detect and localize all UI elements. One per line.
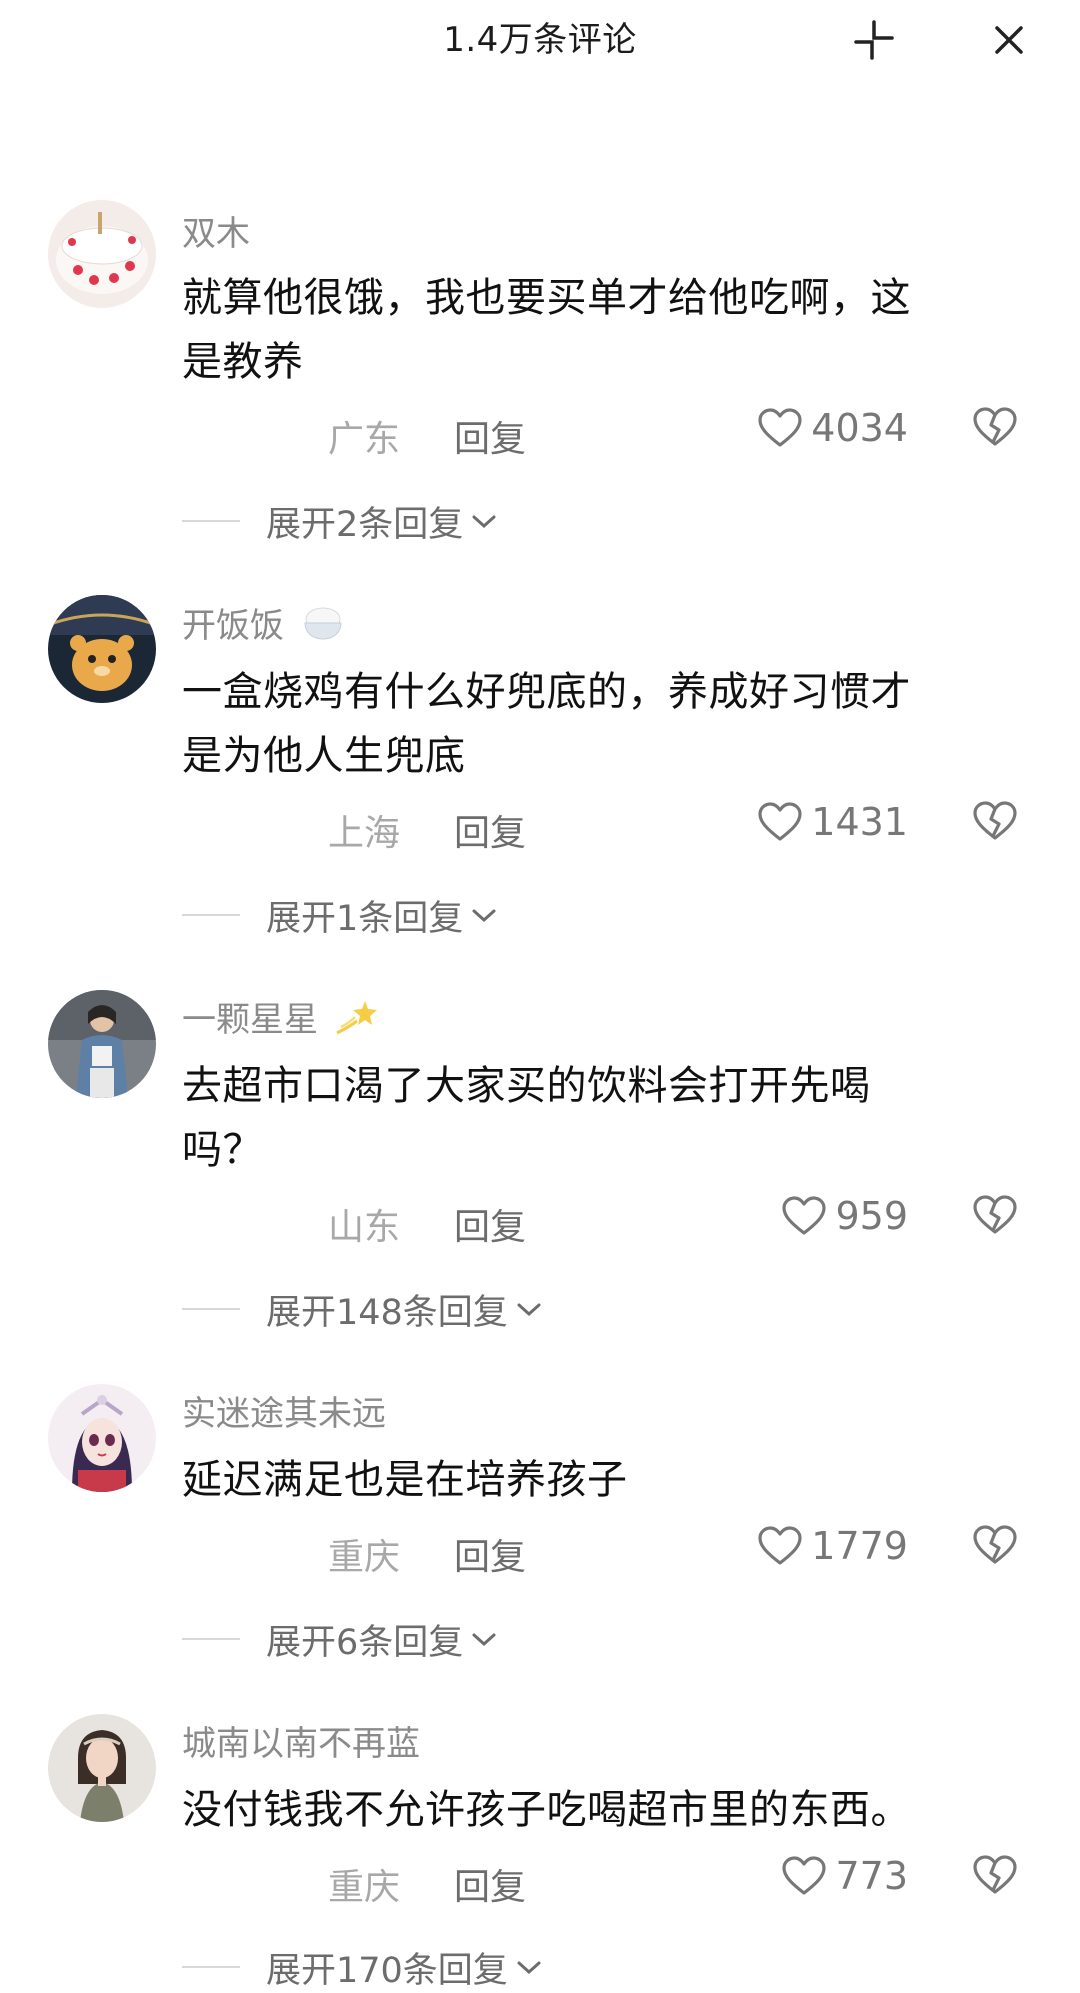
heart-icon bbox=[782, 1196, 827, 1235]
like-button[interactable]: 4034 bbox=[757, 406, 908, 450]
divider bbox=[182, 1966, 240, 1968]
heart-icon bbox=[782, 1856, 827, 1895]
like-count: 1431 bbox=[811, 800, 908, 844]
comment-meta: 上海 回复 1431 bbox=[0, 798, 1080, 858]
expand-replies[interactable]: 展开148条回复 bbox=[0, 1282, 1080, 1333]
chevron-down-icon bbox=[517, 1303, 541, 1316]
comment-text: 没付钱我不允许孩子吃喝超市里的东西。 bbox=[182, 1787, 911, 1833]
like-count: 4034 bbox=[811, 406, 908, 450]
location-label: 重庆 bbox=[328, 1537, 401, 1578]
username[interactable]: 城南以南不再蓝 bbox=[182, 1716, 420, 1765]
reply-button[interactable]: 回复 bbox=[454, 804, 526, 856]
like-count: 959 bbox=[835, 1194, 908, 1238]
chevron-down-icon bbox=[517, 1961, 541, 1974]
comment-meta: 重庆 回复 773 bbox=[0, 1852, 1080, 1912]
reply-button[interactable]: 回复 bbox=[454, 1528, 526, 1580]
comment-text: 一盒烧鸡有什么好兜底的，养成好习惯才 是为他人生兜底 bbox=[182, 669, 911, 779]
like-button[interactable]: 773 bbox=[781, 1854, 908, 1898]
like-button[interactable]: 1779 bbox=[757, 1524, 908, 1568]
avatar[interactable] bbox=[48, 1714, 156, 1822]
avatar[interactable] bbox=[48, 990, 156, 1098]
broken-heart-icon[interactable] bbox=[972, 1194, 1018, 1240]
comment-count-title: 1.4万条评论 bbox=[443, 20, 637, 60]
comment-text: 延迟满足也是在培养孩子 bbox=[182, 1457, 628, 1503]
divider bbox=[182, 520, 240, 522]
username[interactable]: 开饭饭 bbox=[182, 598, 345, 652]
reply-button[interactable]: 回复 bbox=[454, 410, 526, 462]
broken-heart-icon[interactable] bbox=[972, 1854, 1018, 1900]
comment-meta: 山东 回复 959 bbox=[0, 1192, 1080, 1252]
rice-bowl-emoji-icon bbox=[301, 603, 345, 652]
reply-button[interactable]: 回复 bbox=[454, 1198, 526, 1250]
location-label: 上海 bbox=[328, 813, 401, 854]
heart-icon bbox=[758, 408, 802, 447]
expand-replies[interactable]: 展开1条回复 bbox=[0, 888, 1080, 939]
chevron-down-icon bbox=[472, 909, 496, 922]
expand-replies[interactable]: 展开2条回复 bbox=[0, 494, 1080, 545]
username[interactable]: 实迷途其未远 bbox=[182, 1386, 386, 1435]
avatar[interactable] bbox=[48, 595, 156, 703]
avatar[interactable] bbox=[48, 200, 156, 308]
expand-replies[interactable]: 展开6条回复 bbox=[0, 1612, 1080, 1663]
comment-text: 去超市口渴了大家买的饮料会打开先喝 吗？ bbox=[182, 1063, 871, 1173]
comment-meta: 广东 回复 4034 bbox=[0, 404, 1080, 464]
reply-button[interactable]: 回复 bbox=[454, 1858, 526, 1910]
avatar[interactable] bbox=[48, 1384, 156, 1492]
heart-icon bbox=[758, 1526, 802, 1565]
broken-heart-icon[interactable] bbox=[972, 1524, 1018, 1570]
expand-replies[interactable]: 展开170条回复 bbox=[0, 1940, 1080, 1991]
comment-text: 就算他很饿，我也要买单才给他吃啊，这 是教养 bbox=[182, 275, 911, 385]
location-label: 重庆 bbox=[328, 1867, 401, 1908]
like-count: 773 bbox=[835, 1854, 908, 1898]
username[interactable]: 一颗星星 bbox=[182, 992, 381, 1046]
comment-meta: 重庆 回复 1779 bbox=[0, 1522, 1080, 1582]
username[interactable]: 双木 bbox=[182, 206, 250, 255]
like-button[interactable]: 1431 bbox=[757, 800, 908, 844]
like-button[interactable]: 959 bbox=[781, 1194, 908, 1238]
divider bbox=[182, 1308, 240, 1310]
comments-header: 1.4万条评论 bbox=[0, 0, 1080, 80]
broken-heart-icon[interactable] bbox=[972, 800, 1018, 846]
like-count: 1779 bbox=[811, 1524, 908, 1568]
heart-icon bbox=[758, 802, 802, 841]
divider bbox=[182, 1638, 240, 1640]
broken-heart-icon[interactable] bbox=[972, 406, 1018, 452]
dizzy-star-emoji-icon bbox=[335, 997, 381, 1046]
close-icon[interactable] bbox=[987, 18, 1031, 62]
location-label: 山东 bbox=[328, 1207, 401, 1248]
collapse-icon[interactable] bbox=[852, 18, 896, 62]
divider bbox=[182, 914, 240, 916]
chevron-down-icon bbox=[472, 1633, 496, 1646]
chevron-down-icon bbox=[472, 515, 496, 528]
location-label: 广东 bbox=[328, 419, 401, 460]
